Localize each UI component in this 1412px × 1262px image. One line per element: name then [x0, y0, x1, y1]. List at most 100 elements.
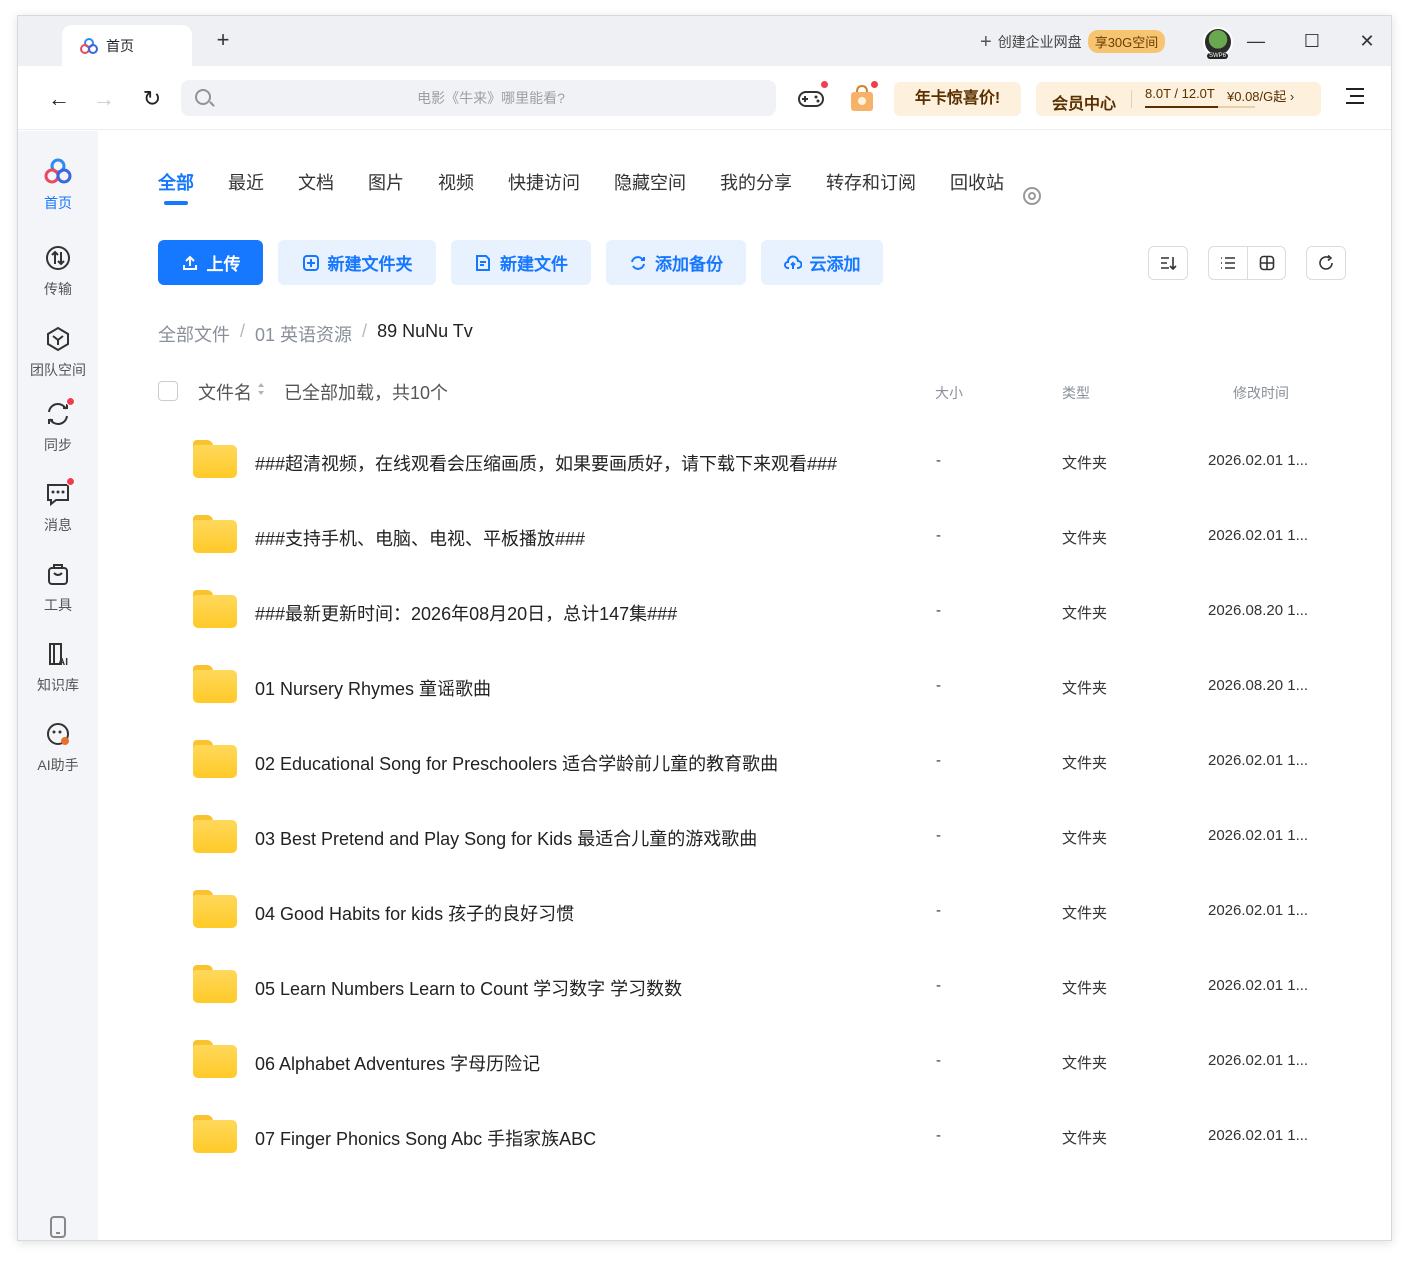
refresh-list-button[interactable] [1306, 246, 1346, 280]
tab-documents[interactable]: 文档 [298, 169, 334, 201]
sidebar-item-home[interactable]: 首页 [18, 157, 98, 227]
file-row[interactable]: ###支持手机、电脑、电视、平板播放### - 文件夹 2026.02.01 1... [193, 499, 1343, 574]
nav-bar: ← → ↻ 年卡惊喜价! 会员中心 8.0T / 12.0T ¥0.08/G起 … [18, 66, 1391, 130]
tab-images[interactable]: 图片 [368, 169, 404, 201]
tab-transfer-subscribe[interactable]: 转存和订阅 [826, 169, 916, 201]
forward-button[interactable]: → [91, 86, 117, 112]
file-size: - [936, 977, 941, 994]
refresh-button[interactable]: ↻ [139, 86, 165, 112]
sort-arrows-icon[interactable] [257, 382, 265, 396]
tab-recycle-bin[interactable]: 回收站 [950, 169, 1004, 201]
maximize-button[interactable]: ☐ [1299, 28, 1325, 54]
file-row[interactable]: 03 Best Pretend and Play Song for Kids 最… [193, 799, 1343, 874]
file-size: - [936, 677, 941, 694]
sidebar-item-team-space[interactable]: 团队空间 [18, 324, 98, 394]
upload-label: 上传 [206, 255, 241, 274]
file-type: 文件夹 [1062, 605, 1108, 622]
file-size: - [936, 602, 941, 619]
annual-card-promo[interactable]: 年卡惊喜价! [894, 82, 1021, 116]
file-mtime: 2026.08.20 1... [1208, 602, 1309, 619]
column-mtime-header[interactable]: 修改时间 [1233, 383, 1289, 403]
list-header: 文件名 已全部加载，共10个 大小 类型 修改时间 [158, 377, 1358, 407]
tab-videos[interactable]: 视频 [438, 169, 474, 201]
game-notification-dot [820, 80, 829, 89]
list-view-button[interactable] [1209, 247, 1247, 279]
sidebar-item-sync[interactable]: 同步 [18, 397, 98, 469]
tab-my-shares[interactable]: 我的分享 [720, 169, 792, 201]
file-row[interactable]: 05 Learn Numbers Learn to Count 学习数字 学习数… [193, 949, 1343, 1024]
file-row[interactable]: 04 Good Habits for kids 孩子的良好习惯 - 文件夹 2026.… [193, 874, 1343, 949]
sidebar-item-transfer[interactable]: 传输 [18, 243, 98, 313]
folder-icon [193, 515, 237, 553]
vip-divider [1131, 90, 1132, 108]
new-folder-button[interactable]: 新建文件夹 [278, 240, 436, 285]
file-type: 文件夹 [1062, 1130, 1108, 1147]
file-size: - [936, 752, 941, 769]
search-input[interactable] [221, 80, 761, 116]
main-content: 全部 最近 文档 图片 视频 快捷访问 隐藏空间 我的分享 转存和订阅 回收站 … [98, 131, 1391, 1240]
file-row[interactable]: 06 Alphabet Adventures 字母历险记 - 文件夹 2026.02.… [193, 1024, 1343, 1099]
back-button[interactable]: ← [46, 86, 72, 112]
column-size-header[interactable]: 大小 [935, 383, 963, 403]
upload-button[interactable]: 上传 [158, 240, 263, 285]
vip-center[interactable]: 会员中心 8.0T / 12.0T ¥0.08/G起 › [1036, 82, 1321, 116]
create-enterprise-button[interactable]: + 创建企业网盘 享30G空间 [980, 30, 1166, 53]
minimize-button[interactable]: — [1243, 28, 1269, 54]
column-name-header[interactable]: 文件名 [198, 379, 252, 405]
file-row[interactable]: 01 Nursery Rhymes 童谣歌曲 - 文件夹 2026.08.20 1..… [193, 649, 1343, 724]
grid-view-button[interactable] [1247, 247, 1285, 279]
main-menu-icon[interactable] [1342, 88, 1364, 110]
sidebar-item-ai-assistant[interactable]: AI助手 [18, 719, 98, 789]
breadcrumb-level1[interactable]: 01 英语资源 [255, 321, 352, 347]
sidebar-item-knowledge-base[interactable]: AI 知识库 [18, 639, 98, 709]
file-name[interactable]: ###最新更新时间：2026年08月20日，总计147集### [255, 600, 677, 626]
vip-center-label: 会员中心 [1052, 96, 1117, 113]
avatar[interactable]: SWP6 [1203, 27, 1233, 59]
file-name[interactable]: ###支持手机、电脑、电视、平板播放### [255, 525, 585, 551]
tab-home[interactable]: 首页 [62, 25, 192, 66]
view-mode-toggle [1208, 246, 1286, 280]
sidebar-item-messages[interactable]: 消息 [18, 477, 98, 549]
file-name[interactable]: ###超清视频，在线观看会压缩画质，如果要画质好，请下载下来观看### [255, 450, 837, 476]
tab-settings-icon[interactable] [1023, 187, 1041, 205]
file-name[interactable]: 04 Good Habits for kids 孩子的良好习惯 [255, 900, 574, 926]
select-all-checkbox[interactable] [158, 381, 178, 401]
file-row[interactable]: 02 Educational Song for Preschoolers 适合学… [193, 724, 1343, 799]
sort-button[interactable] [1148, 246, 1188, 280]
sidebar-item-tools[interactable]: 工具 [18, 559, 98, 629]
sidebar: 首页 传输 团队空间 同步 消息 工具 AI 知识库 AI助手 [18, 131, 98, 1240]
file-row[interactable]: ###最新更新时间：2026年08月20日，总计147集### - 文件夹 2026.… [193, 574, 1343, 649]
folder-icon [193, 1115, 237, 1153]
breadcrumb-root[interactable]: 全部文件 [158, 321, 230, 347]
file-name[interactable]: 03 Best Pretend and Play Song for Kids 最… [255, 825, 757, 851]
tab-all[interactable]: 全部 [158, 169, 194, 205]
column-type-header[interactable]: 类型 [1062, 383, 1090, 403]
mobile-device-icon[interactable] [50, 1216, 66, 1238]
search-icon [195, 89, 211, 105]
file-row[interactable]: ###超清视频，在线观看会压缩画质，如果要画质好，请下载下来观看### - 文件夹 2… [193, 424, 1343, 499]
new-file-button[interactable]: 新建文件 [451, 240, 591, 285]
file-name[interactable]: 01 Nursery Rhymes 童谣歌曲 [255, 675, 491, 701]
file-mtime: 2026.02.01 1... [1208, 977, 1309, 994]
new-tab-button[interactable]: + [211, 28, 235, 52]
file-row[interactable]: 07 Finger Phonics Song Abc 手指家族ABC - 文件夹 20… [193, 1099, 1343, 1174]
tab-hidden-space[interactable]: 隐藏空间 [614, 169, 686, 201]
tab-quick-access[interactable]: 快捷访问 [508, 169, 580, 201]
sort-order-icon [1161, 257, 1177, 271]
cloud-add-button[interactable]: 云添加 [761, 240, 883, 285]
file-name[interactable]: 06 Alphabet Adventures 字母历险记 [255, 1050, 540, 1076]
add-backup-button[interactable]: 添加备份 [606, 240, 746, 285]
file-name[interactable]: 07 Finger Phonics Song Abc 手指家族ABC [255, 1125, 596, 1151]
list-view-icon [1221, 257, 1235, 269]
close-button[interactable]: ✕ [1354, 28, 1380, 54]
file-type: 文件夹 [1062, 680, 1108, 697]
knowledge-base-icon: AI [49, 643, 68, 668]
file-name[interactable]: 05 Learn Numbers Learn to Count 学习数字 学习数… [255, 975, 682, 1001]
baidu-netdisk-logo-icon [80, 37, 98, 54]
tab-recent[interactable]: 最近 [228, 169, 264, 201]
search-box[interactable] [181, 80, 776, 116]
team-space-icon [47, 326, 69, 352]
folder-icon [193, 965, 237, 1003]
new-file-icon [476, 254, 490, 271]
file-name[interactable]: 02 Educational Song for Preschoolers 适合学… [255, 750, 778, 776]
